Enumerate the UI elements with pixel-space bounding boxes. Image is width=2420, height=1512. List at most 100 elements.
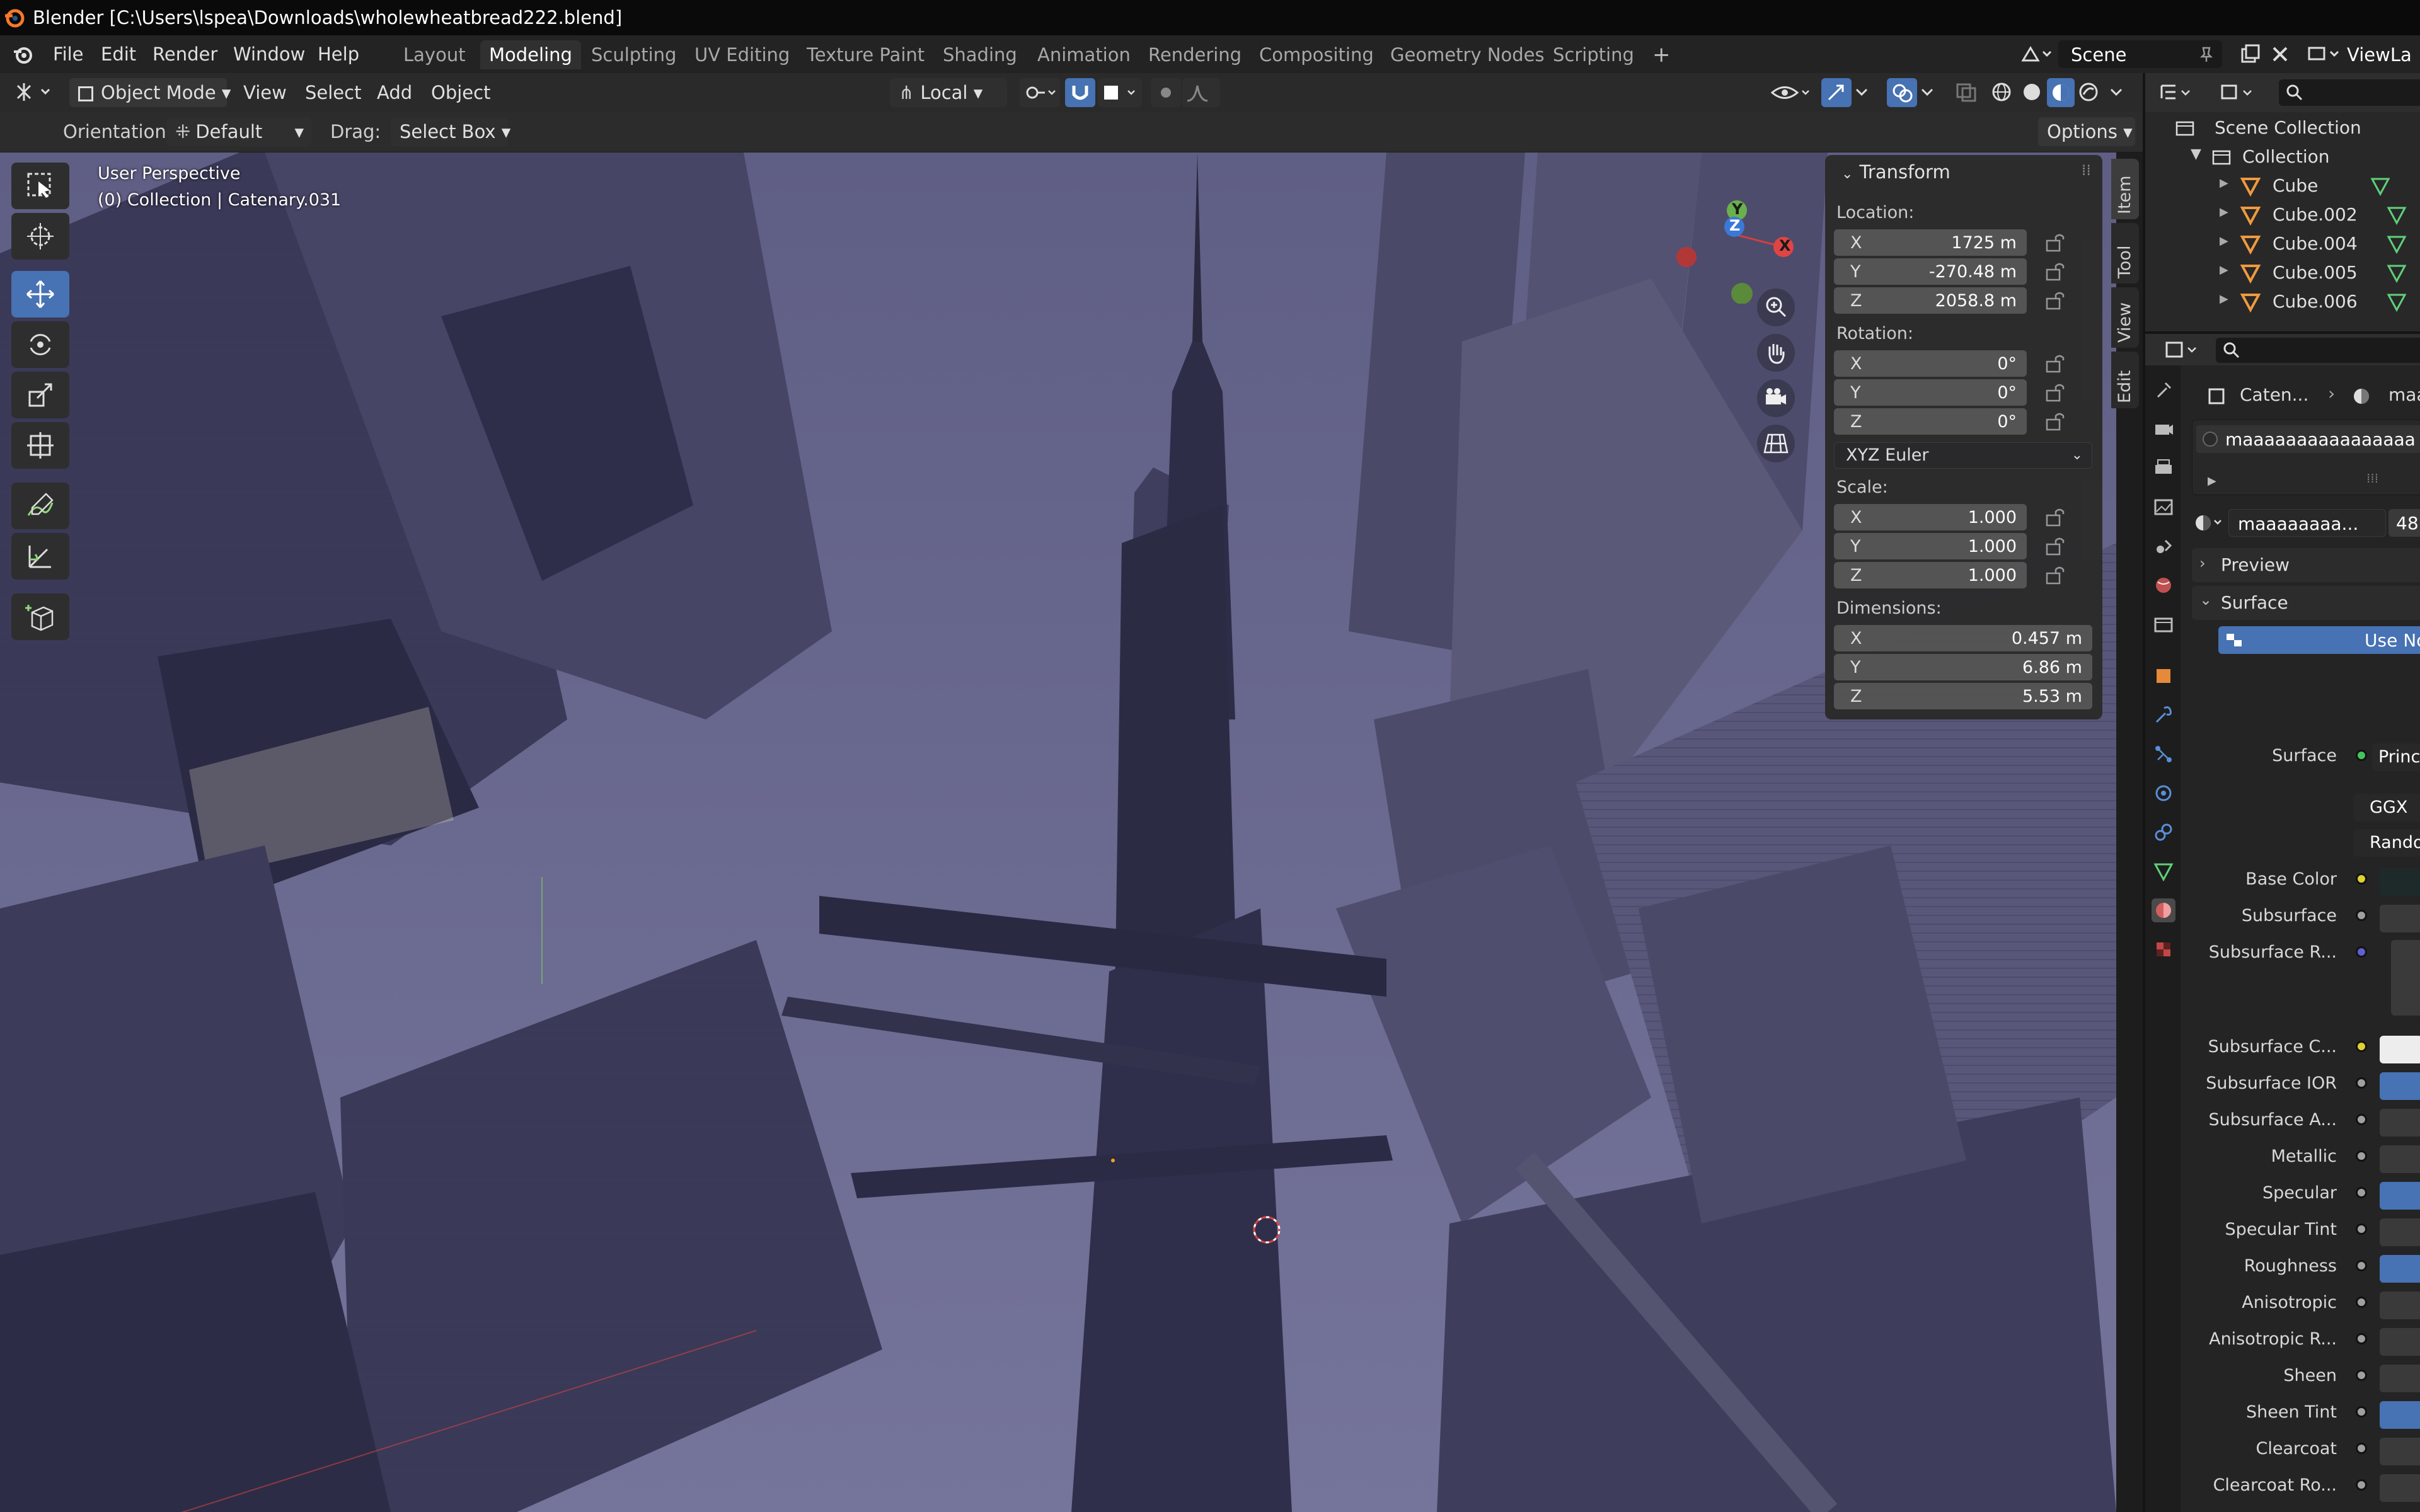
mesh-data-icon[interactable] [2386,262,2407,284]
slot-list-expand-icon[interactable]: ▶ [2208,474,2216,488]
visibility-dropdown-icon[interactable] [1768,79,1814,106]
lock-scale-z-icon[interactable] [2044,566,2067,585]
pivot-point-button[interactable] [1020,78,1060,107]
rendered-shading-icon[interactable] [2077,81,2100,103]
value-socket-icon[interactable] [2356,910,2367,921]
expand-arrow-icon[interactable]: ▶ [2220,263,2228,277]
tab-shading[interactable]: Shading [934,40,1026,69]
value-socket-icon[interactable] [2356,1114,2367,1125]
value-socket-icon[interactable] [2356,1077,2367,1089]
tab-modeling[interactable]: Modeling [480,40,581,69]
tab-texture-paint[interactable]: Texture Paint [798,40,933,69]
value-socket-icon[interactable] [2356,1443,2367,1454]
menu-window[interactable]: Window [227,40,311,68]
select-box-tool[interactable] [11,163,69,209]
subsurface-color-swatch[interactable] [2380,1036,2420,1063]
anisotropic-field[interactable] [2380,1292,2420,1319]
outliner-item-cube-006[interactable]: ▶ Cube.006 [2145,287,2420,316]
delete-scene-icon[interactable] [2269,43,2291,66]
lock-rotation-x-icon[interactable] [2044,354,2067,373]
transform-panel-title[interactable]: ⌄ Transform [1841,161,1950,183]
pin-icon[interactable] [2198,45,2215,63]
collapse-arrow-icon[interactable]: ▼ [2191,146,2201,162]
location-y-field[interactable]: Y -270.48 m [1834,258,2027,285]
tab-rendering[interactable]: Rendering [1139,40,1250,69]
outliner-collection[interactable]: ▼ Collection [2145,142,2420,171]
lock-location-x-icon[interactable] [2044,233,2067,252]
value-socket-icon[interactable] [2356,1150,2367,1162]
menu-select[interactable]: Select [305,78,361,107]
value-socket-icon[interactable] [2356,1370,2367,1381]
tool-properties-tab[interactable] [2152,378,2175,402]
view-layer-properties-tab[interactable] [2152,495,2175,519]
falloff-dropdown[interactable] [1182,78,1220,107]
expand-arrow-icon[interactable]: ▶ [2220,292,2228,306]
clearcoat-roughness-field[interactable] [2380,1474,2420,1502]
overlays-dropdown-icon[interactable] [1920,86,1935,98]
surface-panel-header[interactable]: ⌄ Surface [2192,586,2420,620]
specular-field[interactable] [2380,1182,2420,1210]
sheen-tint-field[interactable] [2380,1401,2420,1429]
anisotropic-rotation-field[interactable] [2380,1328,2420,1356]
menu-file[interactable]: File [47,40,90,68]
world-properties-tab[interactable] [2152,573,2175,597]
tab-sculpting[interactable]: Sculpting [582,40,685,69]
constraints-properties-tab[interactable] [2152,820,2175,844]
gizmo-dropdown-icon[interactable] [1854,86,1869,98]
subsurface-method-dropdown[interactable]: Randon [2353,829,2420,857]
scene-properties-tab[interactable] [2152,534,2175,558]
object-mode-dropdown[interactable]: Object Mode ▾ [69,78,231,107]
clearcoat-field[interactable] [2380,1438,2420,1465]
lock-rotation-y-icon[interactable] [2044,383,2067,402]
physics-properties-tab[interactable] [2152,781,2175,805]
dimensions-x-field[interactable]: X 0.457 m [1834,625,2092,651]
sheen-field[interactable] [2380,1365,2420,1392]
move-tool[interactable] [11,271,69,318]
sidebar-tab-item[interactable]: Item [2111,159,2139,219]
object-properties-tab[interactable] [2152,664,2175,688]
location-z-field[interactable]: Z 2058.8 m [1834,287,2027,314]
editor-type-icon[interactable] [14,79,58,105]
mesh-data-icon[interactable] [2370,175,2391,197]
vector-socket-icon[interactable] [2356,946,2367,958]
lock-scale-y-icon[interactable] [2044,537,2067,556]
3d-viewport[interactable]: User Perspective (0) Collection | Catena… [0,152,2116,1512]
use-nodes-button[interactable]: Use No [2218,626,2420,654]
lock-location-z-icon[interactable] [2044,291,2067,310]
zoom-button[interactable] [1757,289,1795,326]
base-color-swatch[interactable] [2380,868,2420,896]
snap-toggle[interactable] [1065,78,1095,107]
perspective-toggle-button[interactable] [1757,425,1795,462]
outliner-scene-collection[interactable]: Scene Collection [2145,113,2420,142]
mesh-data-icon[interactable] [2386,204,2407,226]
measure-tool[interactable] [11,533,69,580]
value-socket-icon[interactable] [2356,1297,2367,1308]
camera-view-button[interactable] [1757,379,1795,417]
menu-edit[interactable]: Edit [95,40,142,68]
properties-search-input[interactable] [2216,338,2420,363]
view-layer-icon[interactable] [2307,43,2342,66]
outliner-item-cube-002[interactable]: ▶ Cube.002 [2145,200,2420,229]
rotation-mode-dropdown[interactable]: XYZ Euler ⌄ [1834,442,2092,469]
value-socket-icon[interactable] [2356,1479,2367,1491]
particles-properties-tab[interactable] [2152,742,2175,766]
overlays-toggle[interactable] [1887,78,1917,107]
material-slot-item[interactable]: maaaaaaaaaaaaaaaa [2196,425,2420,453]
expand-arrow-icon[interactable]: ▶ [2220,205,2228,219]
tab-geometry-nodes[interactable]: Geometry Nodes [1381,40,1553,69]
transform-tool[interactable] [11,422,69,469]
subsurface-ior-field[interactable] [2380,1072,2420,1100]
value-socket-icon[interactable] [2356,1223,2367,1235]
subsurface-radius-field[interactable] [2391,940,2420,1016]
cursor-tool[interactable] [11,213,69,260]
outliner-item-cube-005[interactable]: ▶ Cube.005 [2145,258,2420,287]
color-socket-icon[interactable] [2356,1041,2367,1052]
rotation-z-field[interactable]: Z 0° [1834,408,2027,435]
new-scene-icon[interactable] [2238,43,2261,66]
modifier-properties-tab[interactable] [2152,703,2175,727]
tab-animation[interactable]: Animation [1028,40,1139,69]
mesh-data-icon[interactable] [2386,291,2407,312]
browse-material-icon[interactable] [2193,512,2225,534]
dimensions-z-field[interactable]: Z 5.53 m [1834,683,2092,709]
color-socket-icon[interactable] [2356,873,2367,885]
